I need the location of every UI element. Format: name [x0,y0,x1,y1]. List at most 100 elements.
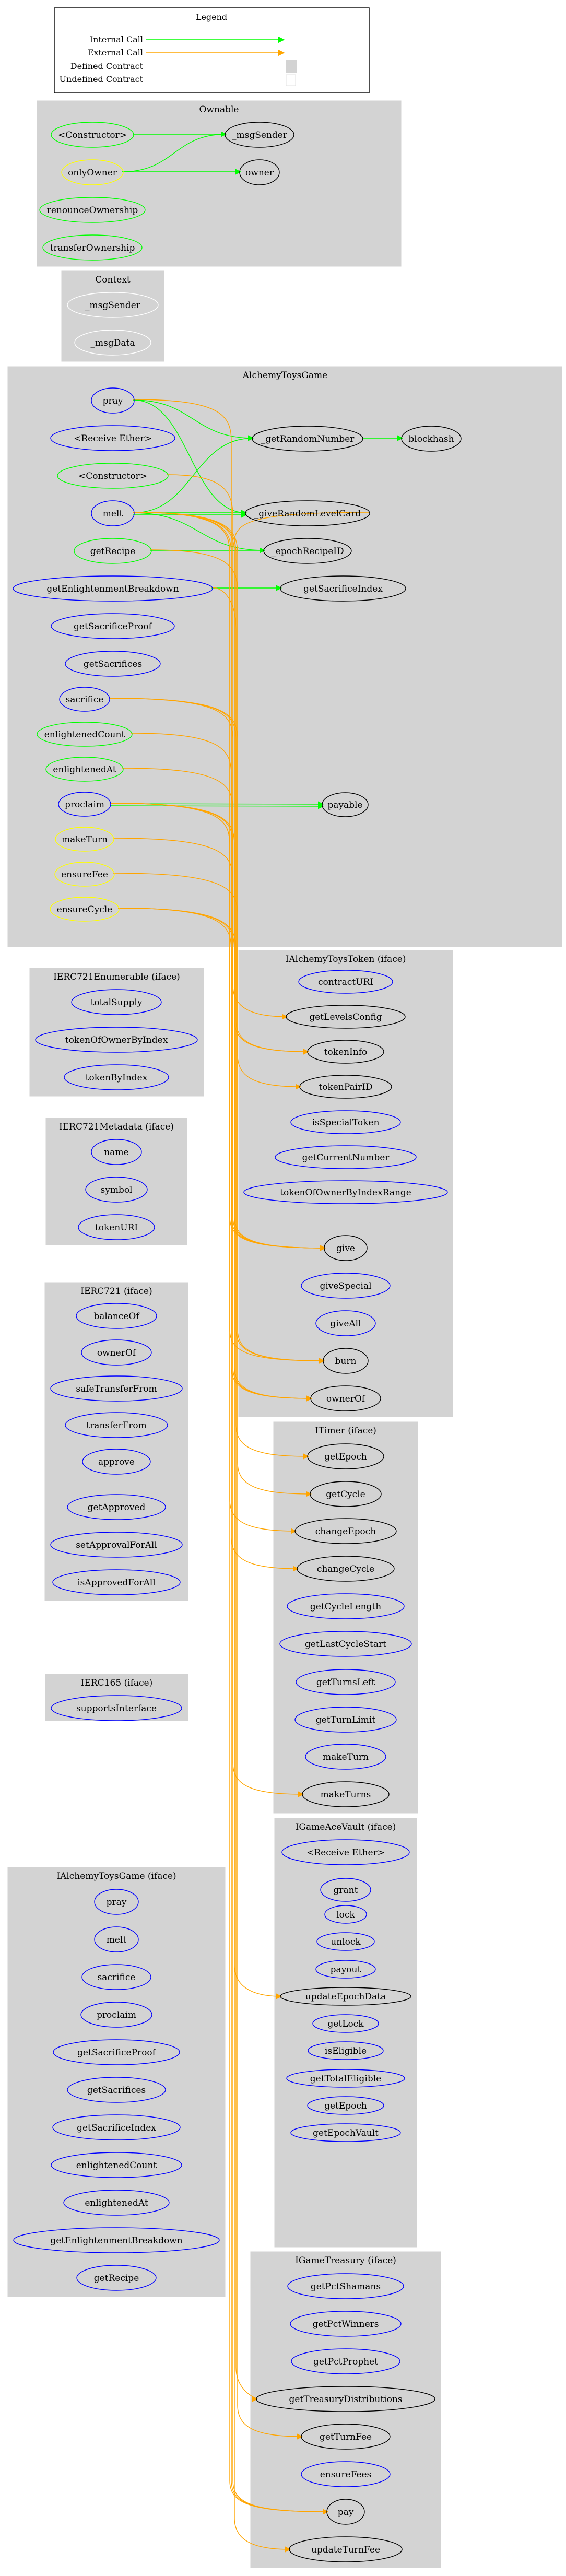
node-label: enlightenedAt [53,764,116,775]
cluster-title: IAlchemyToysGame (iface) [56,1871,176,1881]
cluster-title: Context [95,275,131,285]
node-label: name [104,1147,128,1158]
cluster-title: IERC721 (iface) [80,1286,152,1297]
node-label: changeEpoch [315,1526,376,1537]
node-label: giveAll [330,1319,361,1329]
node-label: getLastCycleStart [305,1639,386,1650]
node-label: supportsInterface [76,1703,157,1714]
node-label: getLock [327,2019,364,2029]
node-label: renounceOwnership [47,205,138,216]
node-label: makeTurn [323,1752,369,1762]
node-label: tokenByIndex [86,1073,148,1083]
node-label: getEpoch [324,1452,367,1462]
node-label: getTurnFee [320,2432,372,2442]
legend: Legend Internal Call External Call Defin… [54,7,370,93]
node-label: payout [331,1965,361,1975]
call-graph-diagram: Legend Internal Call External Call Defin… [7,7,562,2568]
node-label: lock [336,1910,355,1920]
node-label: getSacrificeIndex [77,2123,156,2133]
node-label: getSacrifices [87,2085,146,2096]
node-label: sacrifice [98,1972,136,1983]
node-label: getEpochVault [313,2128,379,2138]
node-label: getPctProphet [313,2357,378,2367]
cluster-ialchemytoysgame: IAlchemyToysGame (iface) [7,1867,226,2297]
node-label: owner [245,168,274,178]
node-label: _msgSender [85,300,141,311]
legend-label-undefined-contract: Undefined Contract [60,74,144,84]
node-label: ownerOf [97,1348,137,1358]
node-label: getCycle [326,1489,365,1500]
node-label: enlightenedCount [44,730,125,740]
node-label: getCurrentNumber [302,1152,390,1163]
node-label: melt [103,509,123,519]
cluster-alchemytoysgame: AlchemyToysGame [7,366,562,947]
node-label: give [336,1243,355,1254]
node-label: sacrifice [66,695,104,705]
node-label: getRecipe [90,546,136,557]
node-label: blockhash [408,434,454,444]
node-label: getEnlightenmentBreakdown [50,2236,182,2246]
cluster-title: ITimer (iface) [315,1426,376,1436]
node-label: totalSupply [91,997,143,1008]
cluster-background [7,1867,226,2297]
node-label: tokenOfOwnerByIndex [65,1035,168,1045]
legend-label-internal-call: Internal Call [90,34,143,44]
node-label: getTurnsLeft [316,1677,375,1688]
node-label: pray [103,396,123,406]
node-label: unlock [331,1937,361,1947]
node-label: isEligible [325,2046,367,2056]
node-label: getEpoch [324,2101,367,2111]
cluster-title: IERC721Metadata (iface) [59,1122,174,1132]
node-label: grant [334,1885,358,1896]
node-label: _epochRecipeID [271,546,344,557]
cluster-title: IGameAceVault (iface) [296,1822,396,1832]
node-label: <Receive Ether> [74,433,152,444]
cluster-title: IAlchemyToysToken (iface) [286,954,406,964]
node-label: tokenInfo [324,1047,368,1057]
node-label: balanceOf [93,1311,140,1322]
node-label: tokenOfOwnerByIndexRange [280,1187,411,1198]
node-label: ownerOf [326,1394,366,1404]
node-label: pray [107,1897,127,1908]
legend-label-external-call: External Call [88,48,143,57]
node-label: makeTurn [62,834,108,845]
node-label: proclaim [65,799,104,810]
legend-label-defined-contract: Defined Contract [70,61,144,71]
cluster-title: IERC721Enumerable (iface) [53,972,180,982]
node-label: updateTurnFee [311,2545,380,2555]
node-label: changeCycle [317,1564,374,1574]
node-label: symbol [100,1185,132,1195]
node-label: safeTransferFrom [76,1384,157,1394]
node-label: ensureFees [320,2469,372,2480]
node-label: approve [98,1457,135,1467]
node-label: getPctWinners [313,2319,379,2330]
node-label: pay [338,2507,354,2518]
node-label: contractURI [318,977,373,987]
node-label: transferOwnership [50,243,135,253]
legend-defined-contract-swatch [286,60,297,73]
node-label: isApprovedForAll [77,1578,156,1588]
cluster-title: Ownable [199,104,239,115]
node-label: getSacrificeIndex [303,584,383,594]
node-label: _giveRandomLevelCard [254,509,361,519]
node-label: proclaim [97,2010,136,2020]
node-label: transferFrom [86,1420,147,1431]
cluster-ownable: Ownable [37,100,402,267]
legend-undefined-contract-swatch [286,74,296,86]
legend-title: Legend [196,12,227,22]
cluster-igametreasury: IGameTreasury (iface) [250,2251,441,2568]
node-label: enlightenedCount [76,2160,157,2171]
node-label: getSacrificeProof [74,621,153,632]
node-label: enlightenedAt [85,2198,148,2208]
cluster-title: IGameTreasury (iface) [295,2255,396,2266]
node-label: getApproved [88,1502,146,1513]
node-label: <Constructor> [58,130,127,140]
cluster-background [250,2251,441,2568]
node-label: makeTurns [321,1790,371,1800]
node-label: _msgSender [232,130,288,140]
node-label: getTurnLimit [316,1715,375,1725]
node-label: getRecipe [94,2273,139,2284]
node-label: <Receive Ether> [306,1848,385,1858]
cluster-background [37,100,402,267]
node-label: melt [107,1935,127,1945]
